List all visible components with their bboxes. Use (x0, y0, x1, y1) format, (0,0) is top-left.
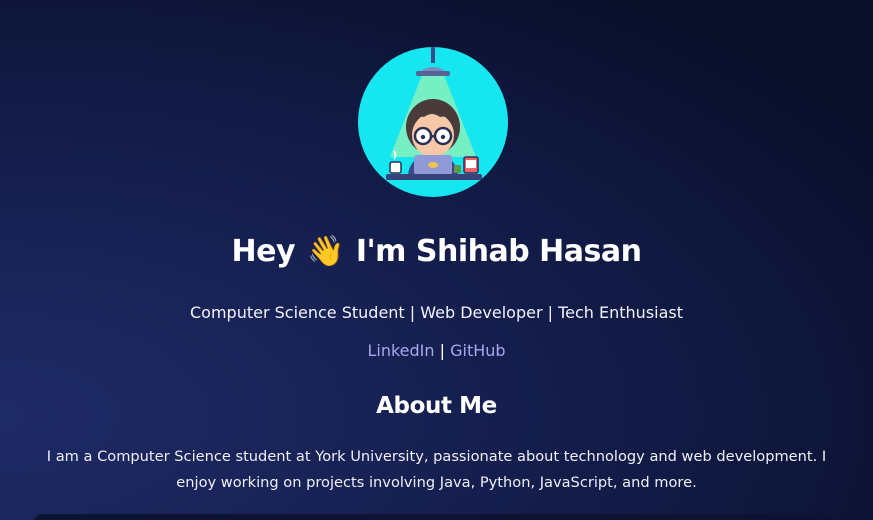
next-section-card (34, 514, 834, 520)
social-links: LinkedIn | GitHub (0, 340, 873, 362)
waving-hand-icon: 👋 (307, 234, 344, 269)
about-paragraph: I am a Computer Science student at York … (46, 448, 827, 491)
page-title: Hey 👋 I'm Shihab Hasan (0, 232, 873, 272)
portfolio-page: Hey 👋 I'm Shihab Hasan Computer Science … (0, 0, 873, 520)
linkedin-link[interactable]: LinkedIn (367, 341, 434, 360)
developer-illustration (386, 47, 482, 180)
tagline: Computer Science Student | Web Developer… (189, 303, 684, 322)
about-heading: About Me (376, 393, 497, 419)
avatar (358, 47, 508, 197)
greeting-name: I'm Shihab Hasan (355, 234, 642, 269)
greeting-prefix: Hey (231, 234, 296, 269)
github-link[interactable]: GitHub (450, 341, 505, 360)
link-separator: | (439, 341, 445, 360)
